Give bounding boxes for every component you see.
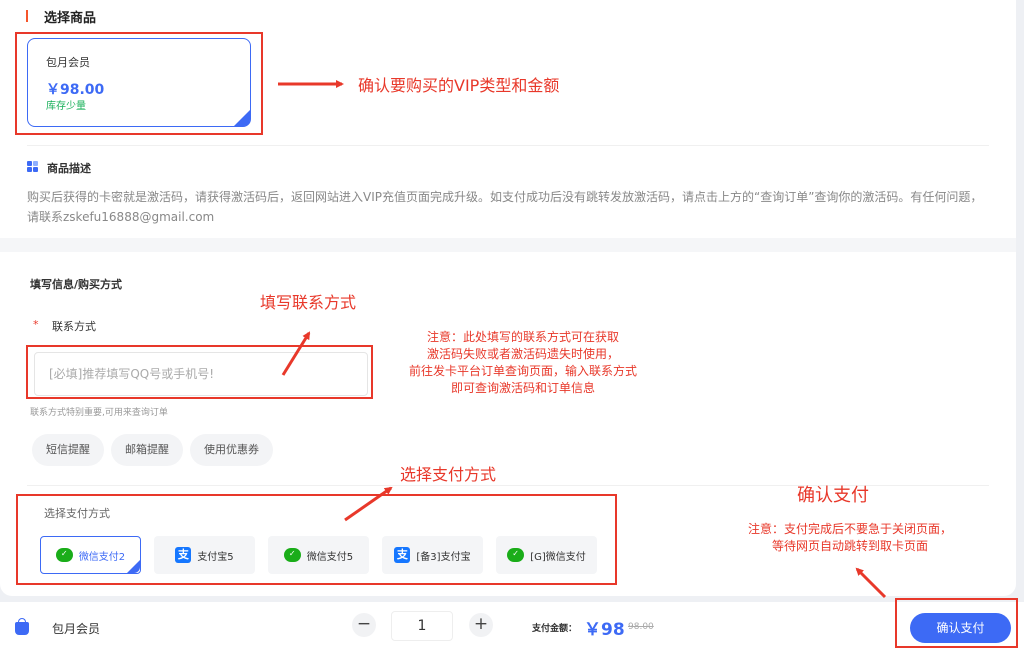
annotation-box-product	[15, 32, 263, 135]
quantity-increase-button[interactable]: +	[469, 613, 493, 637]
note-line: 即可查询激活码和订单信息	[450, 381, 595, 395]
note-line: 前往发卡平台订单查询页面，输入联系方式	[408, 364, 637, 378]
section-marker	[26, 10, 28, 22]
annotation-payment: 选择支付方式	[400, 465, 497, 484]
contact-label: 联系方式	[52, 320, 96, 333]
note-line: 激活码失败或者激活码遗失时使用，	[426, 347, 619, 361]
shopping-bag-icon	[15, 618, 29, 635]
contact-hint: 联系方式特别重要,可用来查询订单	[30, 408, 168, 418]
bottom-bar: 包月会员 − + 支付金额： ￥98 98.00 确认支付	[0, 602, 1024, 649]
annotation-contact-note: 注意：此处填写的联系方式可在获取 激活码失败或者激活码遗失时使用， 前往发卡平台…	[378, 329, 668, 397]
annotation-contact: 填写联系方式	[260, 293, 357, 312]
quantity-decrease-button[interactable]: −	[352, 613, 376, 637]
annotation-confirm: 确认支付	[797, 485, 869, 506]
total-label: 支付金额：	[532, 624, 578, 634]
bottom-product-name: 包月会员	[52, 622, 101, 636]
fill-info-title: 填写信息/购买方式	[30, 278, 123, 291]
note-line: 注意：支付完成后不要急于关闭页面，	[747, 522, 952, 536]
sms-reminder-button[interactable]: 短信提醒	[32, 434, 104, 466]
use-coupon-button[interactable]: 使用优惠券	[190, 434, 273, 466]
section-gap	[0, 238, 1016, 252]
note-line: 注意：此处填写的联系方式可在获取	[426, 330, 619, 344]
original-price: 98.00	[628, 622, 654, 632]
description-text: 购买后获得的卡密就是激活码，请获得激活码后，返回网站进入VIP充值页面完成升级。…	[27, 190, 983, 224]
annotation-box-payment	[16, 494, 617, 585]
annotation-box-confirm	[895, 598, 1018, 648]
grid-icon	[27, 161, 38, 172]
annotation-vip: 确认要购买的VIP类型和金额	[358, 76, 560, 95]
description-title: 商品描述	[47, 162, 91, 175]
divider	[27, 145, 989, 146]
note-line: 等待网页自动跳转到取卡页面	[771, 539, 928, 553]
quantity-input[interactable]	[391, 611, 453, 641]
total-amount: ￥98	[584, 620, 625, 640]
annotation-box-contact	[26, 345, 373, 399]
annotation-confirm-note: 注意：支付完成后不要急于关闭页面， 等待网页自动跳转到取卡页面	[710, 521, 990, 555]
required-star: *	[33, 318, 39, 331]
select-product-title: 选择商品	[44, 11, 97, 26]
email-reminder-button[interactable]: 邮箱提醒	[111, 434, 183, 466]
